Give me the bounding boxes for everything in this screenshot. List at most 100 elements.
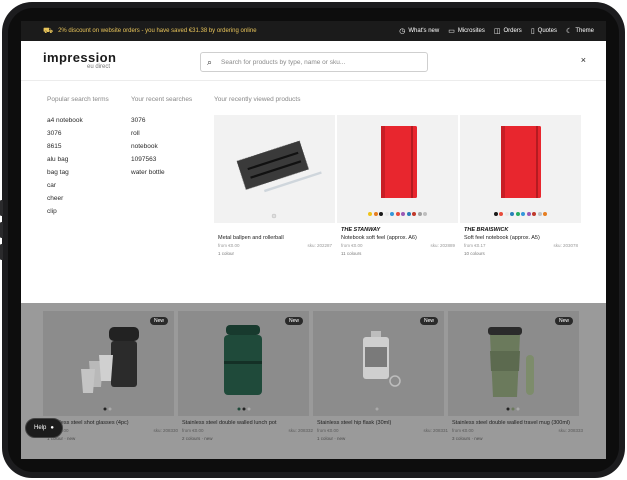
colour-swatch[interactable] bbox=[526, 212, 531, 216]
colour-swatch[interactable] bbox=[395, 212, 400, 216]
search-icon: ⌕ bbox=[207, 57, 213, 67]
new-badge: New bbox=[149, 317, 168, 325]
grid-product-meta: Stainless steel hip flask (30ml) from €0… bbox=[317, 420, 448, 441]
product-name: Stainless steel hip flask (30ml) bbox=[317, 420, 392, 426]
help-label: Help bbox=[34, 425, 47, 431]
link-whats-new[interactable]: ◷ What's new bbox=[399, 27, 439, 35]
logo-text: impression bbox=[43, 50, 117, 65]
product-image bbox=[363, 331, 401, 411]
product-name: Stainless steel shot glasses (4pc) bbox=[47, 420, 129, 426]
colour-swatch[interactable] bbox=[412, 212, 416, 216]
new-badge: New bbox=[554, 317, 573, 325]
product-meta: THE STANWAY Notebook soft feel (approx. … bbox=[341, 227, 455, 256]
colour-swatch[interactable] bbox=[390, 212, 394, 216]
tablet-button bbox=[0, 244, 3, 260]
product-colours: 2 colours · new bbox=[182, 436, 213, 441]
popular-term[interactable]: a4 notebook bbox=[47, 114, 83, 127]
clock-icon: ◷ bbox=[399, 28, 406, 35]
colour-swatch[interactable] bbox=[543, 212, 548, 216]
promo-banner: ⛟ 2% discount on website orders - you ha… bbox=[43, 21, 257, 41]
product-colours: 1 colour · new bbox=[47, 436, 76, 441]
colour-swatch[interactable] bbox=[532, 212, 537, 216]
product-price: from €0.00 bbox=[452, 428, 474, 433]
grid-product-card[interactable]: New bbox=[448, 311, 579, 416]
product-brand: THE STANWAY bbox=[341, 227, 381, 233]
colour-swatch[interactable] bbox=[504, 212, 509, 216]
product-price: from €0.00 bbox=[218, 243, 240, 248]
product-price: from €0.00 bbox=[182, 428, 204, 433]
document-icon: ▯ bbox=[530, 28, 535, 35]
recent-term[interactable]: water bottle bbox=[131, 166, 165, 179]
colour-swatches bbox=[337, 212, 458, 216]
grid-product-card[interactable]: New bbox=[313, 311, 444, 416]
product-brand: THE BRAISWICK bbox=[464, 227, 509, 233]
colour-swatch[interactable] bbox=[521, 212, 526, 216]
product-name: Notebook soft feel (approx. A6) bbox=[341, 235, 417, 241]
recent-term[interactable]: 3076 bbox=[131, 114, 165, 127]
popular-term[interactable]: cheer bbox=[47, 192, 83, 205]
top-links: ◷ What's new ▭ Microsites ◫ Orders ▯ Quotes … bbox=[399, 21, 594, 41]
recent-term[interactable]: notebook bbox=[131, 140, 165, 153]
chat-icon: ● bbox=[50, 425, 54, 431]
colour-swatch[interactable] bbox=[493, 212, 498, 216]
colour-swatch[interactable] bbox=[537, 212, 542, 216]
viewed-product[interactable]: THE BRAISWICK Soft feel notebook (approx… bbox=[460, 115, 581, 265]
promo-text: 2% discount on website orders - you have… bbox=[58, 28, 257, 34]
colour-swatch[interactable] bbox=[515, 212, 520, 216]
logo-subtext: eu direct bbox=[87, 64, 111, 70]
search-input[interactable] bbox=[221, 58, 411, 66]
colour-swatch[interactable] bbox=[379, 212, 383, 216]
recent-title: Your recent searches bbox=[131, 96, 193, 103]
product-sku: sku: 208333 bbox=[558, 428, 583, 433]
topbar: ⛟ 2% discount on website orders - you ha… bbox=[21, 21, 606, 41]
colour-swatch[interactable] bbox=[373, 212, 378, 216]
popular-term[interactable]: 8615 bbox=[47, 140, 83, 153]
product-price: from €0.00 bbox=[341, 243, 363, 248]
colour-swatch[interactable] bbox=[510, 212, 515, 216]
popular-term[interactable]: clip bbox=[47, 205, 83, 218]
popular-term[interactable]: alu bag bbox=[47, 153, 83, 166]
link-quotes[interactable]: ▯ Quotes bbox=[531, 27, 557, 35]
colour-swatch[interactable] bbox=[499, 212, 504, 216]
product-colours: 10 colours bbox=[464, 251, 485, 256]
moon-icon: ☾ bbox=[566, 28, 573, 35]
product-colours: 11 colours bbox=[341, 251, 362, 256]
screen: ⛟ 2% discount on website orders - you ha… bbox=[21, 21, 606, 459]
help-button[interactable]: Help ● bbox=[25, 418, 63, 438]
product-price: from €0.17 bbox=[464, 243, 486, 248]
popular-title: Popular search terms bbox=[47, 96, 109, 103]
recent-term[interactable]: roll bbox=[131, 127, 165, 140]
colour-swatch[interactable] bbox=[417, 212, 422, 216]
viewed-product[interactable]: Metal ballpen and rollerball from €0.00 s… bbox=[214, 115, 335, 265]
colour-swatch[interactable] bbox=[406, 212, 411, 216]
grid-product-card[interactable]: New bbox=[178, 311, 309, 416]
link-orders[interactable]: ◫ Orders bbox=[494, 27, 522, 35]
new-badge: New bbox=[284, 317, 303, 325]
colour-swatch[interactable] bbox=[384, 212, 389, 216]
product-meta: THE BRAISWICK Soft feel notebook (approx… bbox=[464, 227, 578, 256]
window-icon: ▭ bbox=[448, 28, 455, 35]
search-panel: Popular search terms a4 notebook 3076 86… bbox=[21, 81, 606, 303]
page-overlay[interactable]: New Stainless steel shot glasses (4pc) f… bbox=[21, 303, 606, 459]
product-sku: sku: 208331 bbox=[423, 428, 448, 433]
product-image bbox=[460, 115, 581, 223]
popular-term[interactable]: 3076 bbox=[47, 127, 83, 140]
link-theme[interactable]: ☾ Theme bbox=[566, 27, 594, 35]
colour-swatch[interactable] bbox=[368, 212, 372, 216]
link-microsites[interactable]: ▭ Microsites bbox=[448, 27, 485, 35]
grid-product-card[interactable]: New bbox=[43, 311, 174, 416]
logo[interactable]: impression eu direct bbox=[43, 50, 117, 70]
colour-swatch[interactable] bbox=[401, 212, 405, 216]
recent-term[interactable]: 1097563 bbox=[131, 153, 165, 166]
tablet-button bbox=[0, 200, 3, 216]
product-sku: sku: 208330 bbox=[153, 428, 178, 433]
tablet-button bbox=[0, 222, 3, 238]
colour-swatch[interactable] bbox=[423, 212, 427, 216]
product-name: Soft feel notebook (approx. A5) bbox=[464, 235, 540, 241]
grid-product-meta: Stainless steel double walled lunch pot … bbox=[182, 420, 313, 441]
popular-term[interactable]: bag tag bbox=[47, 166, 83, 179]
popular-term[interactable]: car bbox=[47, 179, 83, 192]
close-icon[interactable]: × bbox=[581, 55, 586, 65]
search-box[interactable]: ⌕ bbox=[200, 52, 428, 72]
viewed-product[interactable]: THE STANWAY Notebook soft feel (approx. … bbox=[337, 115, 458, 265]
